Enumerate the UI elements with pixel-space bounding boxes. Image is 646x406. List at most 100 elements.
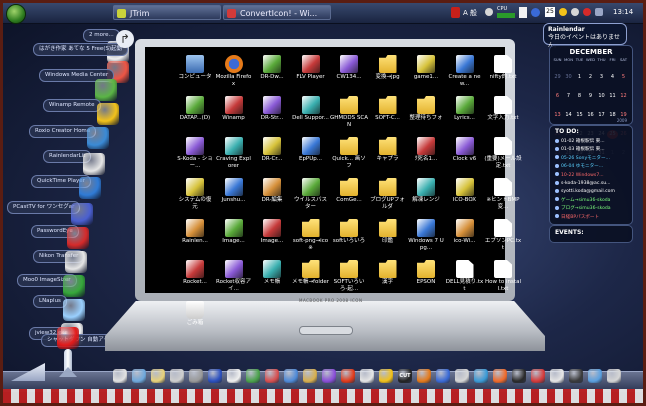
desktop-icon[interactable]: DR-Cr... xyxy=(253,137,291,163)
desktop-icon[interactable]: Image... xyxy=(253,219,291,245)
desktop-icon[interactable]: Mozilla Firefox xyxy=(215,55,253,88)
rainlendar-icon[interactable] xyxy=(83,153,105,175)
app-icon[interactable] xyxy=(322,369,336,383)
tomato-icon[interactable] xyxy=(341,369,355,383)
tray-app-icon[interactable] xyxy=(451,7,460,18)
desktop-icon[interactable]: コンピュータ xyxy=(176,55,214,81)
app-icon[interactable] xyxy=(265,369,279,383)
desktop-icon[interactable]: ComGe... xyxy=(330,178,368,204)
tray-app-icon[interactable] xyxy=(571,8,579,16)
desktop-icon[interactable]: DR-Dw... xyxy=(253,55,291,81)
start-orb-icon[interactable] xyxy=(6,4,26,24)
app-icon[interactable] xyxy=(455,369,469,383)
calendar-day[interactable]: 13 xyxy=(552,111,563,120)
disc-icon[interactable] xyxy=(170,369,184,383)
todo-item[interactable]: 01-02 箱根駅伝 東... xyxy=(555,138,630,146)
monitor-icon[interactable] xyxy=(132,369,146,383)
mail-icon[interactable] xyxy=(151,369,165,383)
taskbar-window-converticon[interactable]: ConvertIcon! - Wi... xyxy=(223,5,331,20)
splat-icon[interactable] xyxy=(57,327,79,349)
desktop-icon[interactable]: メモ帳 xyxy=(253,260,291,286)
tools-icon[interactable] xyxy=(189,369,203,383)
desktop-icon[interactable]: DELL見積り.txt xyxy=(446,260,484,293)
network-icon[interactable] xyxy=(531,8,540,17)
calendar-day[interactable]: 7 xyxy=(563,92,574,101)
desktop-icon[interactable]: EpPUp... xyxy=(292,137,330,163)
globe-icon[interactable] xyxy=(63,299,85,321)
app-icon[interactable] xyxy=(436,369,450,383)
launcher-item-label[interactable]: Winamp Remote xyxy=(43,99,101,112)
calendar-day[interactable]: 17 xyxy=(596,111,607,120)
quicktime-icon[interactable] xyxy=(79,177,101,199)
launcher-item-label[interactable]: LNaplus xyxy=(33,295,67,308)
desktop-icon[interactable]: ※ヒントBMP変... xyxy=(484,178,522,211)
desktop-icon[interactable]: soft-png→ico※ xyxy=(292,219,330,252)
desktop-icon[interactable]: DR-編集 xyxy=(253,178,291,204)
todo-item[interactable]: 05-26 Sonyモニター... xyxy=(555,155,630,163)
tray-app-icon[interactable] xyxy=(583,8,591,16)
desktop-icon[interactable]: Rainlen... xyxy=(176,219,214,245)
desktop-icon[interactable]: Clock v6 xyxy=(446,137,484,163)
calendar-day[interactable]: 1 xyxy=(574,73,585,82)
desktop-icon[interactable]: ブログUPフォルダ xyxy=(369,178,407,211)
windows-orb-icon[interactable] xyxy=(95,79,117,101)
desktop-icon[interactable]: システムの復元 xyxy=(176,178,214,211)
desktop-icon[interactable]: SOFT-C... xyxy=(369,96,407,122)
desktop-icon[interactable]: How to install.txt xyxy=(484,260,522,293)
desktop-icon[interactable]: Create a new... xyxy=(446,55,484,88)
taskbar-window-jtrim[interactable]: JTrim xyxy=(113,5,221,20)
calendar-day[interactable]: 5 xyxy=(618,73,629,82)
desktop-icon[interactable]: GHMDDS SCAN xyxy=(330,96,368,129)
calendar-day[interactable]: 16 xyxy=(585,111,596,120)
pcast-icon[interactable] xyxy=(71,203,93,225)
calendar-day[interactable]: 2 xyxy=(585,73,596,82)
desktop-icon[interactable]: Craving Explorer xyxy=(215,137,253,170)
desktop-icon[interactable]: softいろいろ xyxy=(330,219,368,245)
app-icon[interactable] xyxy=(512,369,526,383)
flag-icon[interactable] xyxy=(113,369,127,383)
calendar-day[interactable]: 10 xyxy=(596,92,607,101)
app-icon[interactable] xyxy=(360,369,374,383)
app-icon[interactable] xyxy=(569,369,583,383)
p-letter-icon[interactable] xyxy=(208,369,222,383)
tray-app-icon[interactable] xyxy=(519,7,527,18)
app-icon[interactable] xyxy=(531,369,545,383)
calendar-day[interactable]: 3 xyxy=(596,73,607,82)
desktop-icon[interactable]: EPSON xyxy=(407,260,445,286)
todo-item[interactable]: 06-04 ゆモニター... xyxy=(555,163,630,171)
speaker-icon[interactable] xyxy=(595,8,603,16)
launcher-expand-arrow-icon[interactable]: ↱ xyxy=(116,30,134,48)
desktop-icon[interactable]: ウイルスバスター xyxy=(292,178,330,211)
calendar-day[interactable]: 9 xyxy=(585,92,596,101)
magnifier-icon[interactable] xyxy=(67,227,89,249)
roxio-icon[interactable] xyxy=(87,127,109,149)
desktop-icon[interactable]: ICO-BOX xyxy=(446,178,484,204)
todo-item[interactable]: ゲーム→simu36-skoda xyxy=(555,197,630,205)
calendar-day[interactable]: 12 xyxy=(618,92,629,101)
calendar-day[interactable]: 6 xyxy=(552,92,563,101)
rocket-icon[interactable] xyxy=(59,349,77,385)
app-icon[interactable] xyxy=(588,369,602,383)
calendar-day[interactable]: 29 xyxy=(552,73,563,82)
tray-app-icon[interactable] xyxy=(559,8,567,16)
desktop-icon[interactable]: 漢字 xyxy=(369,260,407,286)
desktop-icon[interactable]: Windows 7 Upg... xyxy=(407,219,445,252)
desktop-icon[interactable]: ごみ箱 xyxy=(176,301,214,327)
calendar-day[interactable]: 11 xyxy=(607,92,618,101)
desktop-icon[interactable]: S-Koda - ショー... xyxy=(176,137,214,170)
app-icon[interactable] xyxy=(607,369,621,383)
desktop-icon[interactable]: 整理待ちフォ xyxy=(407,96,445,122)
desktop-icon[interactable]: 文字入力.txt xyxy=(484,96,522,122)
launcher-item-label[interactable]: PCastTV for ワンセグar xyxy=(7,201,81,214)
app-icon[interactable] xyxy=(379,369,393,383)
desktop-icon[interactable]: 印鑑 xyxy=(369,219,407,245)
calendar-day[interactable]: 30 xyxy=(563,73,574,82)
app-icon[interactable] xyxy=(284,369,298,383)
desktop-icon[interactable]: Rocket収容アイ... xyxy=(215,260,253,293)
desktop-icon[interactable]: Winamp xyxy=(215,96,253,122)
cut-icon[interactable]: CUT xyxy=(398,369,412,383)
windows-logo-icon[interactable] xyxy=(63,275,85,297)
todo-item[interactable]: s-koda-1938@ac.su... xyxy=(555,180,630,188)
desktop-icon[interactable]: Image... xyxy=(215,219,253,245)
nikon-icon[interactable] xyxy=(65,251,87,273)
